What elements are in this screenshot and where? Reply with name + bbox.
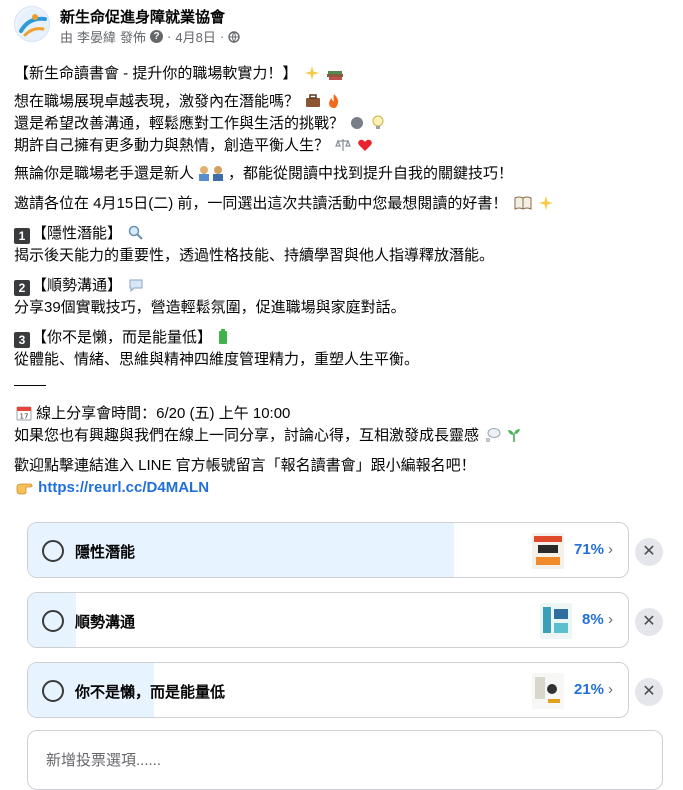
- avatar[interactable]: [14, 6, 50, 42]
- audience-text-b: ，都能從閱讀中找到提升自我的關鍵技巧！: [228, 165, 514, 182]
- sparkles-icon: [538, 196, 553, 210]
- help-icon[interactable]: ?: [150, 30, 164, 43]
- remove-option-button[interactable]: ✕: [635, 538, 663, 566]
- pointing-hand-icon: [16, 483, 33, 495]
- speaking-head-icon: [351, 117, 364, 129]
- link[interactable]: https://reurl.cc/D4MALN: [38, 479, 209, 496]
- radio-icon[interactable]: [42, 610, 64, 632]
- magnifier-icon: [128, 225, 143, 240]
- number-badge-3: 3: [14, 332, 30, 348]
- poll-option-3[interactable]: 你不是懶，而是能量低 21% ›: [27, 662, 629, 718]
- post-header: 新生命促進身障就業協會 由 李晏緯 發佈 ? · 4月8日 ·: [14, 6, 664, 46]
- poll-percent: 8%: [582, 611, 604, 628]
- poll-percent: 71%: [574, 541, 605, 558]
- speech-bubble-icon: [129, 279, 143, 293]
- avatar-logo: [17, 9, 49, 41]
- globe-icon: [228, 30, 240, 43]
- chevron-right-icon[interactable]: ›: [608, 541, 613, 558]
- battery-icon: [219, 329, 228, 344]
- share-invite-line: 如果您也有興趣與我們在線上一同分享，討論心得，互相激發成長靈感: [14, 426, 521, 446]
- poll-option-1[interactable]: 隱性潛能 71% ›: [27, 522, 629, 578]
- number-badge-1: 1: [14, 228, 30, 244]
- thought-bubble-icon: [486, 428, 501, 442]
- item1-desc: 揭示後天能力的重要性，透過性格技能、持續學習與他人指導釋放潛能。: [14, 247, 495, 264]
- post-title-line: 【新生命讀書會 - 提升你的職場軟實力！】: [14, 64, 344, 84]
- item3-title-line: 3 【你不是懶，而是能量低】: [14, 328, 228, 348]
- author-name[interactable]: 李晏緯: [77, 27, 116, 46]
- poll-option-label: 你不是懶，而是能量低: [75, 684, 226, 701]
- item3-desc: 從體能、情緒、思維與精神四維度管理精力，重塑人生平衡。: [14, 351, 420, 368]
- intro-text-2: 還是希望改善溝通，輕鬆應對工作與生活的挑戰？: [14, 115, 345, 132]
- seedling-icon: [508, 429, 521, 442]
- audience-line: 無論你是職場老手還是新人 ，都能從閱讀中找到提升自我的關鍵技巧！: [14, 164, 513, 184]
- book-cover-icon: [540, 603, 572, 639]
- item1-title-line: 1 【隱性潛能】: [14, 224, 144, 244]
- poll-option-2[interactable]: 順勢溝通 8% ›: [27, 592, 629, 648]
- share-time-text: 線上分享會時間：6/20 (五) 上午 10:00: [36, 405, 291, 422]
- briefcase-icon: [306, 94, 321, 107]
- open-book-icon: [514, 196, 532, 210]
- book-cover-icon: [532, 673, 564, 709]
- radio-icon[interactable]: [42, 680, 64, 702]
- invite-text: 邀請各位在 4月15日(二) 前，一同選出這次共讀活動中您最想閱讀的好書！: [14, 195, 508, 212]
- lightbulb-icon: [372, 115, 384, 129]
- intro-text-1: 想在職場展現卓越表現，激發內在潛能嗎？: [14, 93, 300, 110]
- chevron-right-icon[interactable]: ›: [608, 611, 613, 628]
- radio-icon[interactable]: [42, 540, 64, 562]
- posted-label: 發佈: [120, 30, 147, 45]
- number-badge-2: 2: [14, 280, 30, 296]
- post-title: 【新生命讀書會 - 提升你的職場軟實力！】: [14, 65, 298, 82]
- item2-title-line: 2 【順勢溝通】: [14, 276, 144, 296]
- poll-percent: 21%: [574, 681, 605, 698]
- invite-line: 邀請各位在 4月15日(二) 前，一同選出這次共讀活動中您最想閱讀的好書！: [14, 194, 554, 214]
- intro-text-3: 期許自己擁有更多動力與熱情，創造平衡人生？: [14, 137, 330, 154]
- intro-line-3: 期許自己擁有更多動力與熱情，創造平衡人生？: [14, 136, 373, 156]
- divider: [14, 385, 46, 386]
- poll-option-label: 隱性潛能: [75, 544, 136, 561]
- meta-dot: ·: [167, 29, 172, 44]
- add-option-box[interactable]: [27, 730, 663, 790]
- people-icon: [199, 166, 224, 181]
- intro-line-2: 還是希望改善溝通，輕鬆應對工作與生活的挑戰？: [14, 114, 384, 134]
- page-name[interactable]: 新生命促進身障就業協會: [60, 6, 225, 27]
- book-cover-icon: [532, 533, 564, 569]
- scales-icon: [335, 139, 352, 151]
- item2-desc: 分享39個實戰技巧，營造輕鬆氛圍，促進職場與家庭對話。: [14, 299, 406, 316]
- books-icon: [326, 71, 343, 80]
- sparkles-icon: [304, 66, 319, 80]
- remove-option-button[interactable]: ✕: [635, 608, 663, 636]
- poll-option-label: 順勢溝通: [75, 614, 136, 631]
- item3-title: 【你不是懶，而是能量低】: [32, 329, 213, 346]
- meta-dot-2: ·: [219, 29, 225, 44]
- item1-title: 【隱性潛能】: [32, 225, 123, 242]
- share-time-line: 17 線上分享會時間：6/20 (五) 上午 10:00: [14, 404, 290, 424]
- remove-option-button[interactable]: ✕: [635, 678, 663, 706]
- chevron-right-icon[interactable]: ›: [608, 681, 613, 698]
- share-invite-text: 如果您也有興趣與我們在線上一同分享，討論心得，互相激發成長靈感: [14, 427, 480, 444]
- fire-icon: [329, 94, 339, 108]
- calendar-icon: 17: [16, 406, 32, 421]
- heart-icon: [358, 139, 373, 151]
- by-label: 由: [60, 30, 74, 45]
- add-option-input[interactable]: [44, 751, 608, 770]
- line-invite: 歡迎點擊連結進入 LINE 官方帳號留言「報名讀書會」跟小編報名吧！: [14, 457, 476, 474]
- svg-text:17: 17: [20, 413, 29, 421]
- post-date[interactable]: 4月8日: [175, 27, 215, 46]
- audience-text-a: 無論你是職場老手還是新人: [14, 165, 195, 182]
- intro-line-1: 想在職場展現卓越表現，激發內在潛能嗎？: [14, 92, 341, 112]
- link-line: https://reurl.cc/D4MALN: [14, 478, 209, 498]
- item2-title: 【順勢溝通】: [32, 277, 123, 294]
- post-meta: 由 李晏緯 發佈 ? · 4月8日 ·: [60, 27, 240, 46]
